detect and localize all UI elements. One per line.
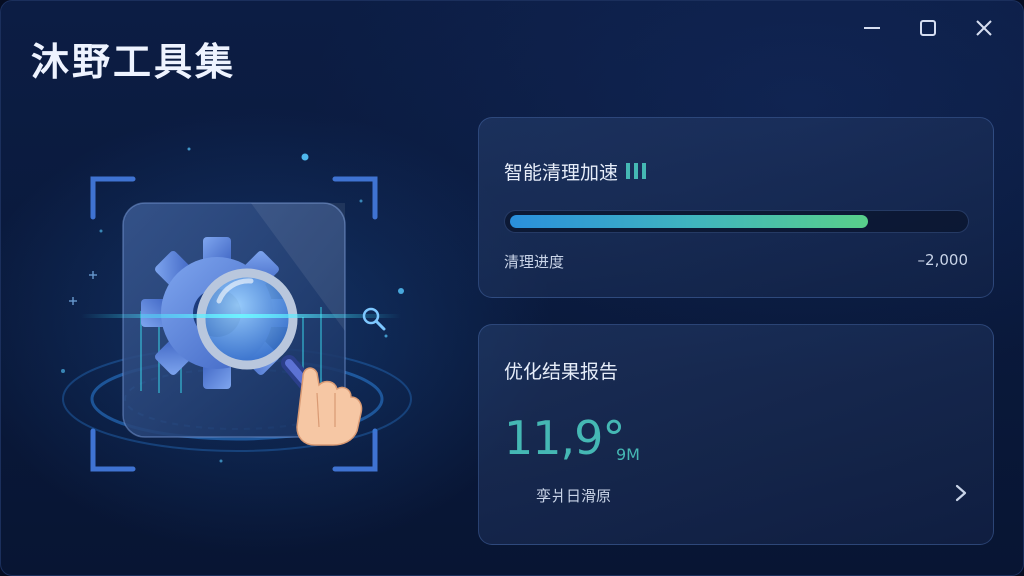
result-value: 11,9° — [504, 411, 625, 465]
app-window: 沐野工具集 智能清理加速 清理进度 –2,000 优化结果报告 11,9° 9M… — [0, 0, 1024, 576]
chevron-right-icon[interactable] — [954, 483, 968, 503]
window-controls — [847, 13, 1009, 43]
minimize-icon — [864, 27, 880, 29]
gear-magnifier-hand-illustration — [61, 147, 412, 472]
close-icon — [976, 20, 992, 36]
maximize-button[interactable] — [903, 13, 953, 43]
signal-bars-icon — [626, 163, 647, 179]
clean-card-title: 智能清理加速 — [504, 158, 650, 185]
clean-card-title-text: 智能清理加速 — [504, 162, 619, 184]
clean-progress-label: 清理进度 — [504, 253, 565, 271]
result-caption: 孪爿日滑原 — [536, 487, 612, 505]
app-title: 沐野工具集 — [31, 40, 237, 84]
clean-card: 智能清理加速 清理进度 –2,000 — [478, 117, 994, 298]
report-card[interactable]: 优化结果报告 11,9° 9M 孪爿日滑原 — [478, 324, 994, 545]
close-button[interactable] — [959, 13, 1009, 43]
report-card-title: 优化结果报告 — [504, 361, 619, 383]
minimize-button[interactable] — [847, 13, 897, 43]
clean-progress-fill — [510, 215, 868, 228]
clean-progress-bar — [504, 210, 969, 233]
result-unit: 9M — [616, 445, 640, 464]
maximize-icon — [920, 20, 936, 36]
clean-progress-value: –2,000 — [917, 251, 968, 269]
